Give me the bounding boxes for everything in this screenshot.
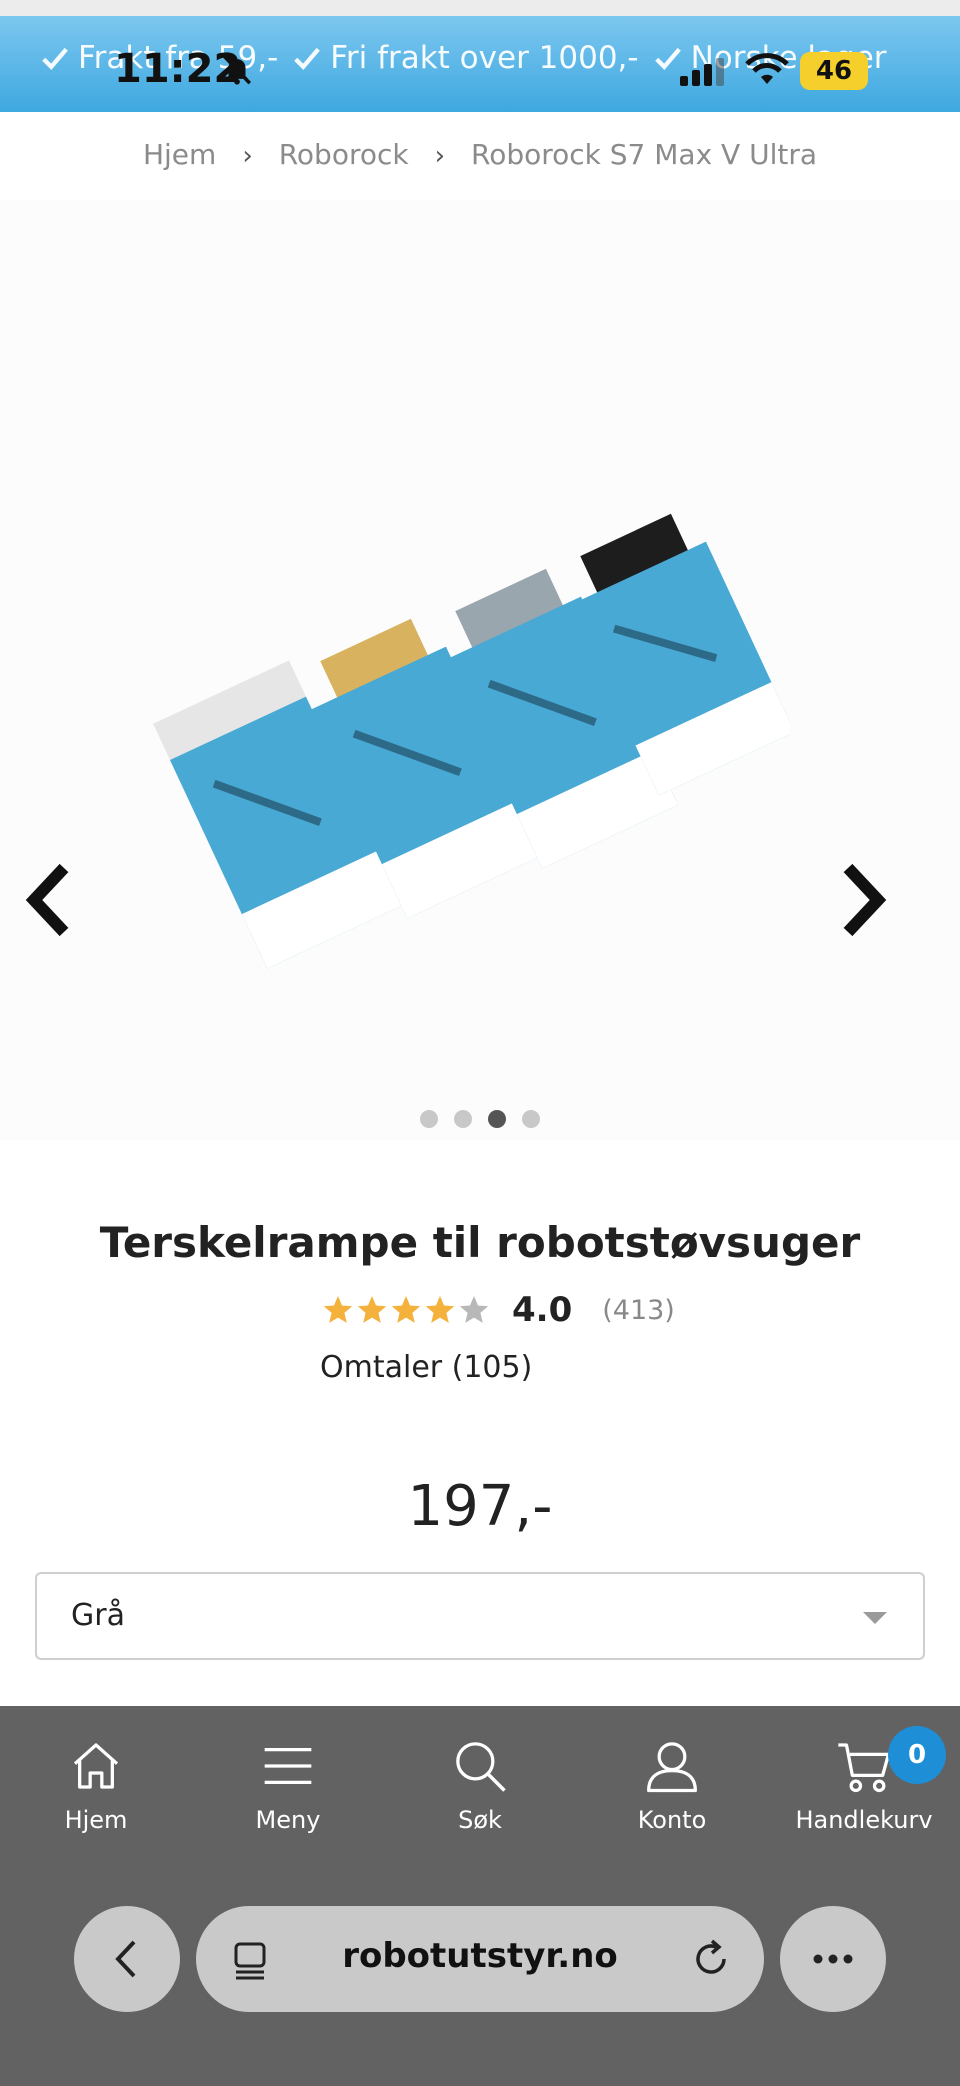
status-bar: 11:22 46 [0,16,960,112]
variant-select[interactable]: Grå [35,1572,925,1660]
signal-icon [680,58,724,86]
cart-count-badge: 0 [888,1726,946,1784]
bell-muted-icon [222,55,252,85]
rating-stars [322,1294,490,1326]
cart-icon [838,1743,891,1793]
product-title: Terskelrampe til robotstøvsuger [99,1218,861,1267]
chevron-left-icon [115,1940,136,1978]
browser-address-bar[interactable]: robotutstyr.no [196,1906,764,2012]
chevron-right-icon: › [242,141,253,171]
battery-indicator: 46 [800,52,868,90]
star-filled-icon [357,1296,387,1323]
browser-more-button[interactable] [780,1906,886,2012]
search-icon [456,1742,506,1792]
product-gallery[interactable] [0,200,960,1140]
breadcrumb-link[interactable]: Roborock S7 Max V Ultra [471,138,817,171]
pagination-dot[interactable] [420,1110,438,1128]
caret-down-icon [863,1612,887,1624]
rating-value: 4.0 [512,1290,573,1330]
nav-search[interactable]: Søk [384,1738,576,1834]
reviews-link[interactable]: Omtaler (105) [320,1350,532,1385]
browser-url: robotutstyr.no [342,1936,618,1976]
nav-label: Hjem [64,1806,128,1834]
nav-label: Meny [255,1806,321,1834]
product-image [153,513,790,969]
breadcrumb-link[interactable]: Roborock [279,138,409,171]
next-image-button[interactable] [832,860,892,940]
star-filled-icon [323,1296,353,1323]
product-price: 197,- [407,1474,553,1539]
nav-cart[interactable]: Handlekurv 0 [768,1726,960,1834]
product-rating: 4.0 (413) [322,1290,675,1330]
pagination-dot[interactable] [522,1110,540,1128]
more-dots-icon [813,1954,853,1964]
pagination-dot-active[interactable] [488,1110,506,1128]
star-empty-icon [459,1296,489,1323]
home-icon [73,1743,119,1789]
account-icon [647,1742,697,1793]
nav-label: Konto [637,1806,707,1834]
browser-back-button[interactable] [74,1906,180,2012]
bottom-navigation: Hjem Meny Søk Konto Handlekurv 0 [0,1706,960,2086]
nav-account[interactable]: Konto [576,1738,768,1834]
rating-count: (413) [602,1294,675,1326]
wifi-icon [745,53,789,84]
nav-label: Handlekurv [795,1806,933,1834]
previous-image-button[interactable] [20,860,80,940]
breadcrumb-link[interactable]: Hjem [143,138,216,171]
top-strip [0,0,960,16]
nav-menu[interactable]: Meny [192,1738,384,1834]
breadcrumb: Hjem › Roborock › Roborock S7 Max V Ultra [0,138,960,171]
chevron-right-icon: › [434,141,445,171]
pagination-dot[interactable] [454,1110,472,1128]
reload-icon[interactable] [688,1936,734,1982]
gallery-pagination [0,1110,960,1128]
menu-icon [264,1748,312,1784]
star-filled-icon [425,1296,455,1323]
nav-label: Søk [458,1806,502,1834]
star-filled-icon [391,1296,421,1323]
variant-selected-value: Grå [71,1598,125,1633]
nav-home[interactable]: Hjem [0,1738,192,1834]
